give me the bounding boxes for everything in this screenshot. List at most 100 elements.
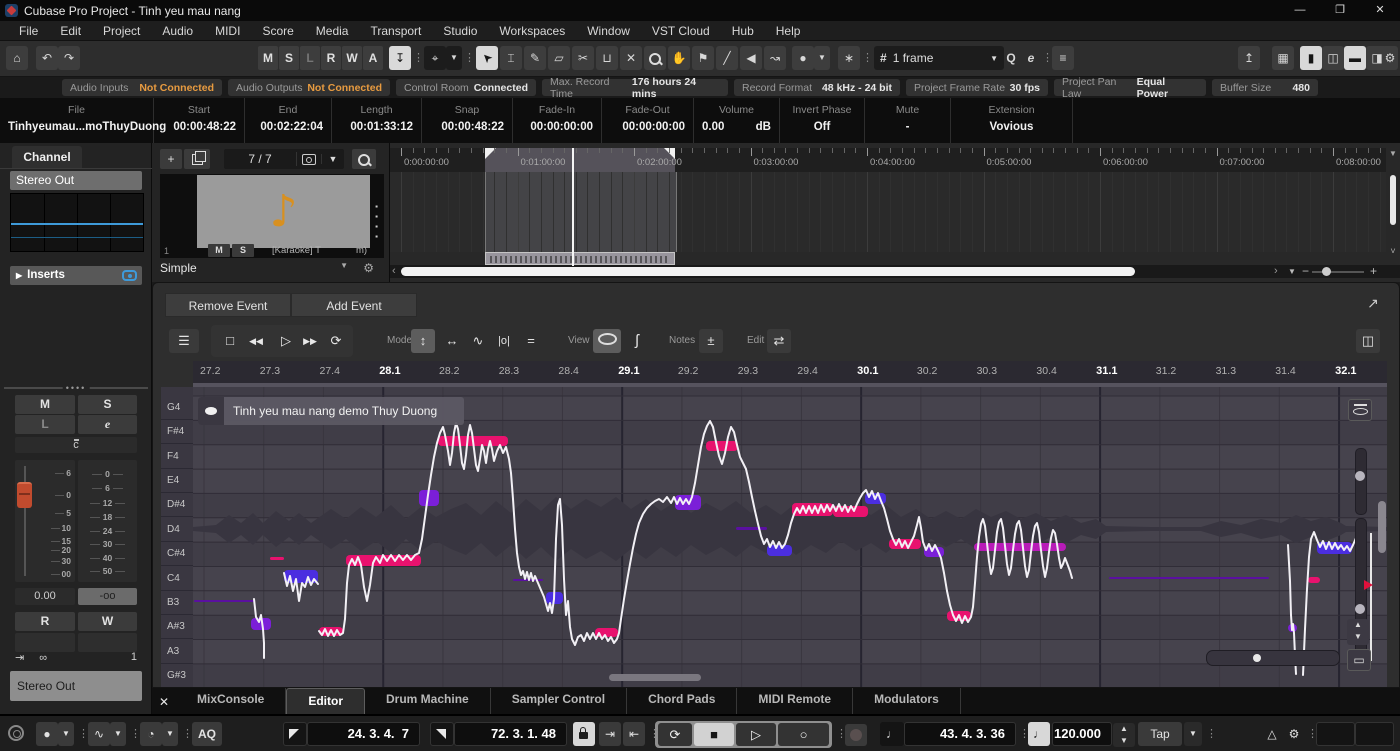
overview-selection[interactable]	[485, 172, 677, 252]
scroll-left-icon[interactable]: ‹	[392, 265, 396, 278]
zoom-preset-icon[interactable]: ▼	[1288, 265, 1296, 278]
grid-type-select[interactable]: # 1 frame ▼	[874, 46, 1004, 70]
overview-ruler[interactable]: 0:00:00:000:01:00:000:02:00:000:03:00:00…	[390, 148, 1386, 173]
add-event-button[interactable]: Add Event	[291, 293, 417, 317]
play-tool[interactable]: ⚑	[692, 46, 714, 70]
chevron-down-icon[interactable]: ▼	[340, 261, 348, 270]
tab-midi-remote[interactable]: MIDI Remote	[737, 688, 853, 714]
right-locator-time[interactable]: 72. 3. 1. 48	[454, 722, 567, 746]
splitter-handle[interactable]: ••••	[0, 384, 152, 392]
cycle-button[interactable]: ⟳	[658, 723, 692, 746]
state-button-a[interactable]: A	[363, 46, 383, 70]
align-icon[interactable]: ≡	[1052, 46, 1074, 70]
edit-loop-icon[interactable]: ⇄	[767, 329, 791, 353]
zoom-slider-thumb[interactable]	[1322, 267, 1331, 276]
line-tool[interactable]: ╱	[716, 46, 738, 70]
mode-straighten-icon[interactable]: =	[519, 329, 543, 353]
view-curve-icon[interactable]: ʃ	[625, 329, 649, 353]
status-audio-outputs[interactable]: Audio OutputsNot Connected	[228, 79, 390, 96]
zoom-tool[interactable]	[644, 46, 666, 70]
notes-plusminus-icon[interactable]: ±	[699, 329, 723, 353]
menu-help[interactable]: Help	[765, 24, 812, 38]
auto-quantize-button[interactable]: AQ	[192, 722, 222, 746]
pencil-tool[interactable]: ✎	[524, 46, 546, 70]
comp-tool[interactable]: ↝	[764, 46, 786, 70]
punch-in-icon[interactable]: ⇥	[599, 722, 621, 746]
primary-time-display[interactable]: 43. 4. 3. 36	[904, 722, 1016, 746]
autoscroll-icon[interactable]: ↧	[389, 46, 411, 70]
slider-thumb[interactable]	[1355, 604, 1365, 614]
camera-icon[interactable]	[296, 152, 321, 166]
tempo-value[interactable]: 120.000	[1052, 722, 1112, 746]
info-value[interactable]: 00:01:33:12	[332, 121, 421, 133]
status-record-format[interactable]: Record Format48 kHz - 24 bit	[734, 79, 900, 96]
midi-record-mode-icon[interactable]: ◔	[140, 722, 162, 746]
tab-sampler-control[interactable]: Sampler Control	[491, 688, 627, 714]
snap-toggle-icon[interactable]: ∗	[838, 46, 860, 70]
mode-horizontal-icon[interactable]: ↔	[440, 329, 464, 353]
clip-solo-button[interactable]: S	[232, 244, 254, 257]
scroll-down-icon[interactable]: ˅	[1386, 246, 1400, 256]
tab-mixconsole[interactable]: MixConsole	[176, 688, 286, 714]
more-icon[interactable]: ⋮	[78, 725, 84, 743]
status-project-pan-law[interactable]: Project Pan LawEqual Power	[1054, 79, 1206, 96]
snap-cursor-icon[interactable]: ⌖	[424, 46, 446, 70]
gear-icon[interactable]: ⚙	[363, 261, 374, 275]
note-label-a3[interactable]: A3	[161, 640, 193, 664]
hand-tool[interactable]: ✋	[668, 46, 690, 70]
lower-zone-toggle[interactable]: ▬	[1344, 46, 1366, 70]
punch-out-icon[interactable]: ⇤	[623, 722, 645, 746]
pitch-segment[interactable]	[194, 600, 254, 602]
close-lower-zone-icon[interactable]: ✕	[152, 690, 176, 714]
inserts-section[interactable]: ▶Inserts	[10, 266, 142, 285]
pitch-segment[interactable]	[736, 527, 767, 530]
play-button[interactable]: ▷	[273, 329, 299, 353]
state-button-l[interactable]: L	[300, 46, 320, 70]
write-automation-button[interactable]: W	[78, 612, 137, 631]
edit-channel-button[interactable]: e	[78, 415, 137, 434]
more-icon[interactable]: ⋮	[182, 725, 188, 743]
rewind-icon[interactable]: ◀◀	[243, 329, 269, 353]
color-tool[interactable]: ●	[792, 46, 814, 70]
menu-hub[interactable]: Hub	[721, 24, 765, 38]
menu-file[interactable]: File	[8, 24, 49, 38]
metronome-icon[interactable]: △	[1262, 722, 1282, 746]
menu-workspaces[interactable]: Workspaces	[488, 24, 576, 38]
tab-editor[interactable]: Editor	[286, 688, 365, 714]
left-panel-toggle[interactable]: ◫	[1322, 46, 1344, 70]
output-name[interactable]: Stereo Out	[10, 671, 142, 701]
more-icon[interactable]: ⋮	[1042, 49, 1048, 67]
editor-hscrollbar[interactable]	[609, 674, 701, 681]
info-value[interactable]: -	[865, 121, 950, 133]
add-icon[interactable]: +	[160, 149, 182, 169]
note-label-fs4[interactable]: F#4	[161, 420, 193, 444]
hscrollbar-thumb[interactable]	[401, 267, 1135, 276]
record-mode-icon[interactable]: ●	[36, 722, 58, 746]
pitch-canvas[interactable]	[193, 387, 1387, 687]
drag-handle-icon[interactable]: ▪▪▪▪	[372, 202, 381, 242]
info-value[interactable]: 0.00dB	[694, 121, 779, 133]
tab-drum-machine[interactable]: Drum Machine	[365, 688, 491, 714]
mute-tool[interactable]: ✕	[620, 46, 642, 70]
more-icon[interactable]: ⋮	[413, 49, 419, 67]
tab-channel[interactable]: Channel	[12, 146, 82, 168]
menu-media[interactable]: Media	[305, 24, 360, 38]
minimize-button[interactable]: —	[1280, 0, 1320, 21]
editor-ruler[interactable]: 27.227.327.428.128.228.328.429.129.229.3…	[193, 361, 1387, 383]
editor-menu-icon[interactable]: ☰	[169, 329, 199, 353]
slider-thumb[interactable]	[1253, 654, 1261, 662]
mute-button[interactable]: M	[15, 395, 75, 414]
note-label-c4[interactable]: C4	[161, 567, 193, 591]
slider-thumb[interactable]	[1355, 471, 1365, 481]
status-buffer-size[interactable]: Buffer Size480	[1212, 79, 1318, 96]
left-locator-icon[interactable]	[283, 722, 307, 746]
overview-clip[interactable]	[485, 252, 675, 265]
tab-modulators[interactable]: Modulators	[853, 688, 961, 714]
more-icon[interactable]: ⋮	[862, 49, 868, 67]
setup-layout-icon[interactable]: ⚙	[1382, 46, 1398, 70]
fader-handle[interactable]	[17, 482, 32, 508]
volume-mini-slider[interactable]	[1206, 650, 1340, 666]
info-value[interactable]: 00:02:22:04	[245, 121, 331, 133]
pointer-tool[interactable]: ➤	[476, 46, 498, 70]
menu-edit[interactable]: Edit	[49, 24, 92, 38]
